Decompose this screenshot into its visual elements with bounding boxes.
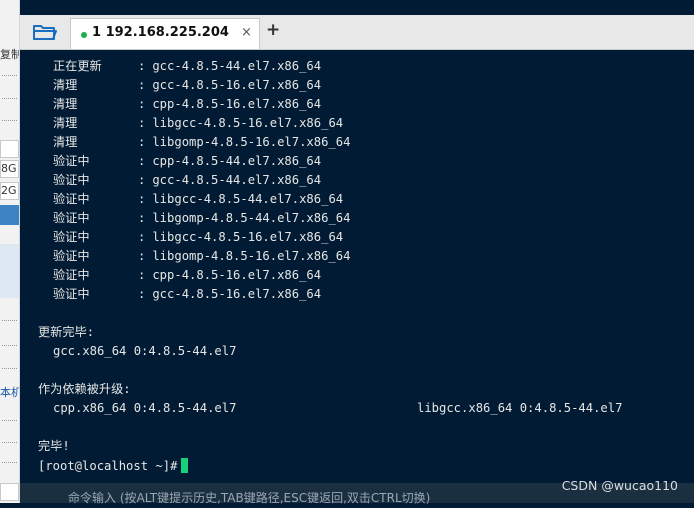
terminal-line-separator: : — [138, 287, 146, 301]
terminal-line-action: 验证中 — [53, 192, 90, 206]
shell-prompt[interactable]: [root@localhost ~]# — [38, 458, 189, 474]
terminal-line-action: 验证中 — [53, 173, 90, 187]
terminal-line-action: 验证中 — [53, 230, 90, 244]
connected-status-icon — [81, 32, 87, 38]
divider — [2, 345, 17, 346]
terminal-line: 验证中: libgcc-4.8.5-16.el7.x86_64 — [53, 230, 343, 245]
terminal-line-package: libgcc-4.8.5-16.el7.x86_64 — [152, 116, 344, 130]
divider — [2, 420, 17, 421]
list-row[interactable] — [0, 244, 19, 262]
dependencies-header: 作为依赖被升级: — [38, 382, 131, 396]
terminal-line-separator: : — [138, 116, 146, 130]
terminal-line-separator: : — [138, 154, 146, 168]
terminal-line-separator: : — [138, 78, 146, 92]
terminal-line-action: 验证中 — [53, 249, 90, 263]
terminal-line-package: gcc-4.8.5-16.el7.x86_64 — [152, 78, 322, 92]
terminal-line-separator: : — [138, 59, 146, 73]
terminal-line-separator: : — [138, 173, 146, 187]
terminal-line-separator: : — [138, 211, 146, 225]
watermark: CSDN @wucao110 — [561, 478, 678, 493]
terminal-line: 正在更新: gcc-4.8.5-44.el7.x86_64 — [53, 59, 321, 74]
side-panel: 复制 8G 2G 本机 — [0, 0, 20, 503]
terminal-line: 验证中: gcc-4.8.5-44.el7.x86_64 — [53, 173, 321, 188]
divider — [2, 462, 17, 463]
selected-row[interactable] — [0, 205, 19, 225]
terminal-line-action: 验证中 — [53, 268, 90, 282]
complete-message: 完毕! — [38, 439, 70, 453]
terminal-line: 清理: gcc-4.8.5-16.el7.x86_64 — [53, 78, 321, 93]
terminal-line: 验证中: cpp-4.8.5-16.el7.x86_64 — [53, 268, 321, 283]
terminal-line: 清理: cpp-4.8.5-16.el7.x86_64 — [53, 97, 321, 112]
field-box[interactable] — [0, 483, 19, 501]
terminal-line-separator: : — [138, 230, 146, 244]
terminal-line-action: 清理 — [53, 78, 78, 92]
copy-label[interactable]: 复制 — [0, 48, 19, 62]
terminal-line: 验证中: libgomp-4.8.5-44.el7.x86_64 — [53, 211, 350, 226]
terminal-line-package: cpp-4.8.5-44.el7.x86_64 — [152, 154, 322, 168]
terminal-line-action: 清理 — [53, 116, 78, 130]
cursor — [181, 458, 189, 473]
terminal-output[interactable]: 正在更新: gcc-4.8.5-44.el7.x86_64 清理: gcc-4.8.5… — [20, 50, 694, 503]
terminal-line-action: 正在更新 — [53, 59, 102, 73]
local-machine-label[interactable]: 本机 — [0, 386, 19, 400]
terminal-line-action: 验证中 — [53, 154, 90, 168]
terminal-line-package: cpp-4.8.5-16.el7.x86_64 — [152, 268, 322, 282]
updated-header: 更新完毕: — [38, 325, 95, 339]
divider — [2, 75, 17, 76]
divider — [2, 98, 17, 99]
terminal-line-package: gcc-4.8.5-44.el7.x86_64 — [152, 59, 322, 73]
close-icon[interactable]: × — [241, 25, 252, 40]
terminal-line-action: 清理 — [53, 97, 78, 111]
divider — [2, 320, 17, 321]
terminal-line-separator: : — [138, 192, 146, 206]
dependency-package: cpp.x86_64 0:4.8.5-44.el7 — [53, 401, 237, 415]
terminal-line-package: cpp-4.8.5-16.el7.x86_64 — [152, 97, 322, 111]
dependency-package: libgcc.x86_64 0:4.8.5-44.el7 — [417, 401, 623, 415]
terminal-line-package: gcc-4.8.5-44.el7.x86_64 — [152, 173, 322, 187]
terminal-line-package: libgomp-4.8.5-44.el7.x86_64 — [152, 211, 351, 225]
folder-icon[interactable] — [32, 21, 58, 43]
terminal-line-package: libgomp-4.8.5-16.el7.x86_64 — [152, 135, 351, 149]
terminal-line-separator: : — [138, 268, 146, 282]
command-input-hint: 命令输入 (按ALT键提示历史,TAB键路径,ESC键返回,双击CTRL切换) — [68, 491, 431, 505]
list-row[interactable] — [0, 262, 19, 280]
updated-package: gcc.x86_64 0:4.8.5-44.el7 — [53, 344, 237, 358]
divider — [2, 368, 17, 369]
session-tab[interactable]: 1 192.168.225.204 × — [70, 18, 260, 49]
terminal-line-package: libgcc-4.8.5-44.el7.x86_64 — [152, 192, 344, 206]
terminal-line-separator: : — [138, 135, 146, 149]
swap-field[interactable]: 2G — [0, 182, 19, 200]
field-box[interactable] — [0, 140, 19, 158]
session-tab-label: 1 192.168.225.204 — [92, 25, 229, 40]
new-tab-button[interactable]: + — [266, 20, 280, 40]
terminal-line-package: gcc-4.8.5-16.el7.x86_64 — [152, 287, 322, 301]
terminal-line-action: 清理 — [53, 135, 78, 149]
terminal-line: 验证中: cpp-4.8.5-44.el7.x86_64 — [53, 154, 321, 169]
terminal-line: 验证中: libgomp-4.8.5-16.el7.x86_64 — [53, 249, 350, 264]
divider — [2, 120, 17, 121]
terminal-line-separator: : — [138, 97, 146, 111]
terminal-line: 验证中: libgcc-4.8.5-44.el7.x86_64 — [53, 192, 343, 207]
terminal-line: 清理: libgomp-4.8.5-16.el7.x86_64 — [53, 135, 350, 150]
terminal-line-separator: : — [138, 249, 146, 263]
list-row[interactable] — [0, 280, 19, 298]
terminal-line: 清理: libgcc-4.8.5-16.el7.x86_64 — [53, 116, 343, 131]
terminal-line-action: 验证中 — [53, 287, 90, 301]
divider — [2, 442, 17, 443]
terminal-line-action: 验证中 — [53, 211, 90, 225]
terminal-line-package: libgomp-4.8.5-16.el7.x86_64 — [152, 249, 351, 263]
tab-bar: 1 192.168.225.204 × + — [20, 15, 694, 50]
memory-field[interactable]: 8G — [0, 160, 19, 178]
terminal-line-package: libgcc-4.8.5-16.el7.x86_64 — [152, 230, 344, 244]
terminal-line: 验证中: gcc-4.8.5-16.el7.x86_64 — [53, 287, 321, 302]
